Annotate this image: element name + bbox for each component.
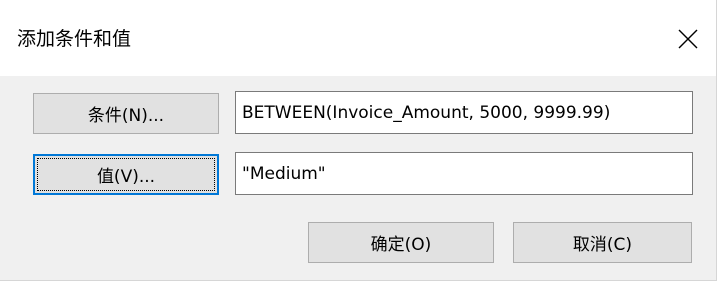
condition-field[interactable]: BETWEEN(Invoice_Amount, 5000, 9999.99): [235, 91, 693, 134]
cancel-button-label: 取消(C): [572, 235, 633, 255]
title-bar: 添加条件和值: [0, 0, 716, 76]
ok-button-label: 确定(O): [370, 235, 432, 255]
value-button-label: 值(V)...: [96, 167, 156, 187]
dialog-title: 添加条件和值: [17, 28, 132, 50]
condition-button[interactable]: 条件(N)...: [33, 93, 219, 134]
condition-button-label: 条件(N)...: [87, 106, 165, 126]
value-button[interactable]: 值(V)...: [33, 154, 219, 195]
ok-button[interactable]: 确定(O): [308, 222, 494, 263]
value-field[interactable]: "Medium": [235, 152, 693, 195]
close-button[interactable]: [666, 0, 716, 76]
add-condition-value-dialog: 添加条件和值 条件(N)... BETWEEN(Invoice_Amount, …: [0, 0, 717, 281]
cancel-button[interactable]: 取消(C): [513, 222, 692, 263]
close-icon: [678, 29, 698, 49]
